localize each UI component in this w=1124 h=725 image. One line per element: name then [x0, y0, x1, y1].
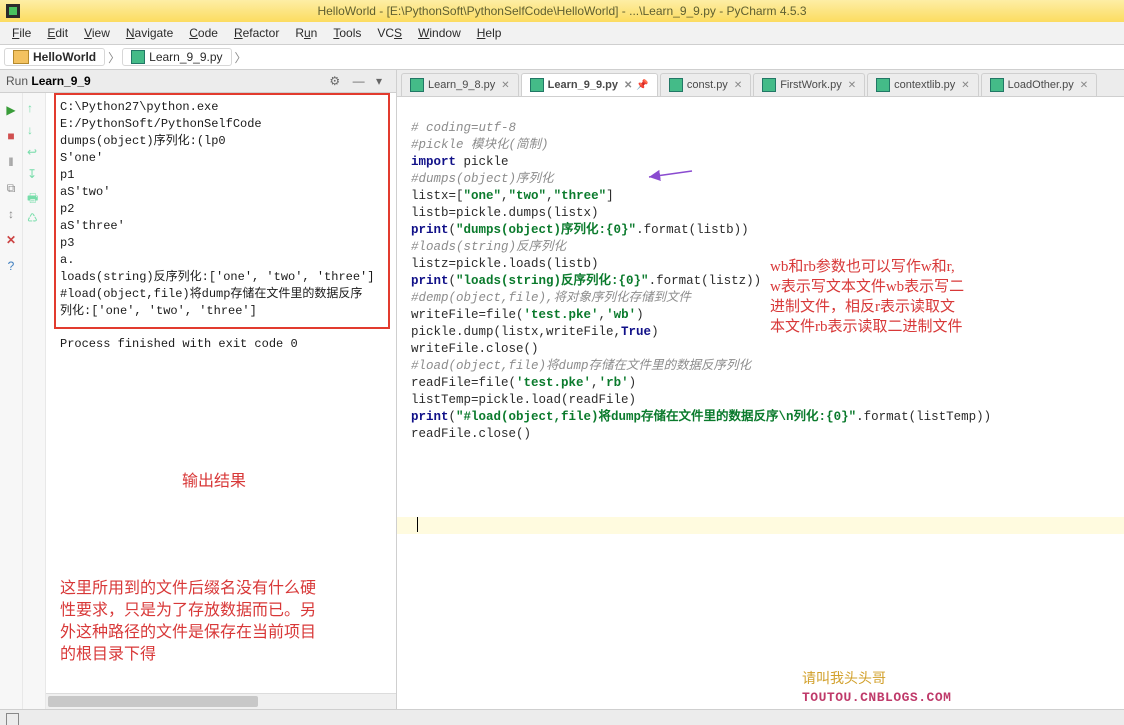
output-label-annotation: 输出结果	[182, 467, 246, 491]
pin-icon[interactable]: 📌	[636, 80, 648, 91]
wb-rb-annotation: wb和rb参数也可以写作w和r, w表示写文本文件wb表示写二 进制文件，相反r…	[770, 257, 1100, 337]
close-tab-icon[interactable]: ✕	[501, 80, 509, 91]
code-line: writeFile.close()	[411, 342, 539, 356]
status-indicator-icon[interactable]	[6, 713, 19, 725]
menu-file[interactable]: File	[4, 24, 39, 42]
menu-vcs[interactable]: VCS	[369, 24, 410, 42]
menu-view[interactable]: View	[76, 24, 118, 42]
folder-icon	[13, 50, 29, 64]
restore-icon[interactable]: ↕	[8, 204, 14, 224]
up-icon[interactable]: ↑	[27, 101, 41, 115]
text-caret	[417, 517, 418, 532]
run-header: Run Learn_9_9 ⚙ — ▾	[0, 70, 396, 93]
down-icon[interactable]: ↓	[27, 123, 41, 137]
minimize-icon[interactable]: —	[353, 74, 367, 88]
code-line: #loads(string)反序列化	[411, 240, 566, 254]
status-bar	[0, 709, 1124, 725]
breadcrumb-file-label: Learn_9_9.py	[149, 50, 222, 64]
main-content: Run Learn_9_9 ⚙ — ▾ ▶ ■ ‖ ⧉ ↕ ✕ ? ↑ ↓ ↩	[0, 70, 1124, 709]
python-file-icon	[530, 78, 544, 92]
tab-label: Learn_9_9.py	[548, 79, 618, 91]
python-file-icon	[876, 78, 890, 92]
run-gutter-secondary: ↑ ↓ ↩ ↧ 🖶 ♺	[23, 93, 46, 709]
python-file-icon	[990, 78, 1004, 92]
menu-help[interactable]: Help	[469, 24, 510, 42]
close-tab-icon[interactable]: ✕	[1080, 80, 1088, 91]
code-line: #demp(object,file),将对象序列化存储到文件	[411, 291, 691, 305]
python-file-icon	[410, 78, 424, 92]
code-line: # coding=utf-8	[411, 121, 516, 135]
code-line: readFile.close()	[411, 427, 531, 441]
window-title: HelloWorld - [E:\PythonSoft\PythonSelfCo…	[317, 4, 806, 18]
python-file-icon	[669, 78, 683, 92]
stop-icon[interactable]: ■	[7, 126, 14, 146]
console-highlight-box: C:\Python27\python.exe E:/PythonSoft/Pyt…	[54, 93, 390, 329]
tab-loadother[interactable]: LoadOther.py ✕	[981, 73, 1097, 96]
chevron-right-icon: 〉	[235, 49, 247, 66]
current-line-highlight	[397, 517, 1124, 534]
print-icon[interactable]: 🖶	[27, 189, 41, 203]
menu-code[interactable]: Code	[181, 24, 226, 42]
menu-edit[interactable]: Edit	[39, 24, 76, 42]
dump-icon[interactable]: ⧉	[7, 178, 16, 198]
main-menu: File Edit View Navigate Code Refactor Ru…	[0, 22, 1124, 45]
menu-tools[interactable]: Tools	[325, 24, 369, 42]
tab-label: const.py	[687, 79, 728, 91]
run-header-icons: ⚙ — ▾	[323, 74, 390, 88]
close-tab-icon[interactable]: ✕	[848, 80, 856, 91]
tab-const[interactable]: const.py ✕	[660, 73, 751, 96]
code-line: listTemp=pickle.load(readFile)	[411, 393, 636, 407]
console-exit-line: Process finished with exit code 0	[60, 337, 298, 351]
run-console[interactable]: C:\Python27\python.exe E:/PythonSoft/Pyt…	[46, 93, 396, 709]
pause-icon[interactable]: ‖	[9, 152, 14, 172]
python-file-icon	[131, 50, 145, 64]
pycharm-icon	[6, 4, 20, 18]
wrap-icon[interactable]: ↩	[27, 145, 41, 159]
tab-firstwork[interactable]: FirstWork.py ✕	[753, 73, 865, 96]
menu-window[interactable]: Window	[410, 24, 469, 42]
tab-label: contextlib.py	[894, 79, 955, 91]
menu-navigate[interactable]: Navigate	[118, 24, 181, 42]
code-editor[interactable]: # coding=utf-8 #pickle 模块化(简制) import pi…	[397, 97, 1124, 709]
run-header-label: Run Learn_9_9	[6, 74, 91, 88]
scroll-icon[interactable]: ↧	[27, 167, 41, 181]
code-line: listb=pickle.dumps(listx)	[411, 206, 599, 220]
breadcrumb-project[interactable]: HelloWorld	[4, 48, 105, 66]
close-tab-icon[interactable]: ✕	[961, 80, 969, 91]
code-line: #pickle 模块化(简制)	[411, 138, 549, 152]
help-icon[interactable]: ?	[8, 256, 15, 276]
file-suffix-annotation: 这里所用到的文件后缀名没有什么硬性要求，只是为了存放数据而已。另外这种路径的文件…	[60, 578, 320, 666]
tab-learn-9-9[interactable]: Learn_9_9.py ✕ 📌	[521, 73, 658, 96]
chevron-down-icon[interactable]: ▾	[376, 74, 390, 88]
tab-label: Learn_9_8.py	[428, 79, 495, 91]
signature-name: 请叫我头头哥	[802, 671, 886, 688]
breadcrumb: HelloWorld 〉 Learn_9_9.py 〉	[0, 45, 1124, 70]
window-titlebar: HelloWorld - [E:\PythonSoft\PythonSelfCo…	[0, 0, 1124, 22]
close-icon[interactable]: ✕	[6, 230, 16, 250]
python-file-icon	[762, 78, 776, 92]
breadcrumb-file[interactable]: Learn_9_9.py	[122, 48, 231, 66]
editor-tabs: Learn_9_8.py ✕ Learn_9_9.py ✕ 📌 const.py…	[397, 70, 1124, 97]
breadcrumb-project-label: HelloWorld	[33, 50, 96, 64]
run-gutter-primary: ▶ ■ ‖ ⧉ ↕ ✕ ?	[0, 93, 23, 709]
signature-url: TOUTOU.CNBLOGS.COM	[802, 689, 951, 706]
menu-run[interactable]: Run	[287, 24, 325, 42]
editor-area: Learn_9_8.py ✕ Learn_9_9.py ✕ 📌 const.py…	[397, 70, 1124, 709]
gear-icon[interactable]: ⚙	[329, 74, 343, 88]
menu-refactor[interactable]: Refactor	[226, 24, 287, 42]
code-line: listz=pickle.loads(listb)	[411, 257, 599, 271]
run-tool-window: Run Learn_9_9 ⚙ — ▾ ▶ ■ ‖ ⧉ ↕ ✕ ? ↑ ↓ ↩	[0, 70, 397, 709]
trash-icon[interactable]: ♺	[27, 211, 41, 225]
code-line: #load(object,file)将dump存储在文件里的数据反序列化	[411, 359, 751, 373]
tab-learn-9-8[interactable]: Learn_9_8.py ✕	[401, 73, 519, 96]
close-tab-icon[interactable]: ✕	[624, 80, 632, 91]
horizontal-scrollbar[interactable]	[46, 693, 396, 709]
tab-contextlib[interactable]: contextlib.py ✕	[867, 73, 979, 96]
code-line: #dumps(object)序列化	[411, 172, 554, 186]
rerun-icon[interactable]: ▶	[6, 100, 15, 120]
chevron-right-icon: 〉	[108, 49, 120, 66]
tab-label: FirstWork.py	[780, 79, 842, 91]
tab-label: LoadOther.py	[1008, 79, 1074, 91]
close-tab-icon[interactable]: ✕	[734, 80, 742, 91]
